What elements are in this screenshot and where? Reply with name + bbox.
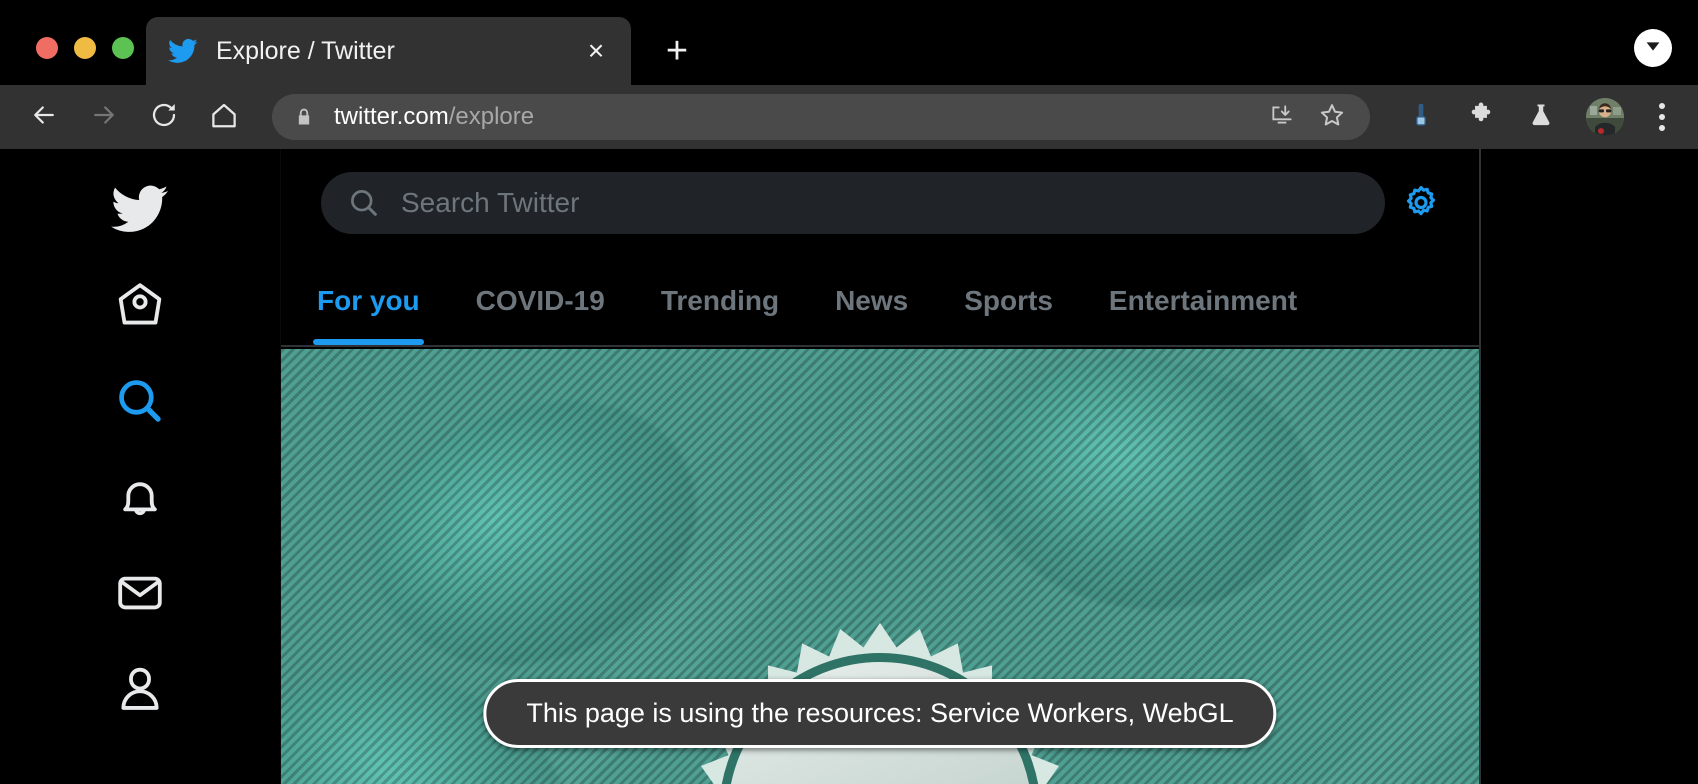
forward-arrow-icon: [89, 100, 119, 135]
home-birdhouse-icon: [113, 278, 167, 337]
star-icon: [1318, 101, 1346, 134]
tab-entertainment[interactable]: Entertainment: [1081, 257, 1325, 345]
tab-title: Explore / Twitter: [216, 36, 395, 65]
close-window-button[interactable]: [36, 37, 58, 59]
url-text: twitter.com/explore: [334, 103, 1254, 131]
browser-toolbar: twitter.com/explore: [0, 85, 1698, 149]
tab-label: COVID-19: [475, 285, 605, 316]
experiments-button[interactable]: [1518, 94, 1564, 140]
back-button[interactable]: [20, 93, 68, 141]
twitter-sidebar: [0, 149, 281, 784]
explore-tabs: For you COVID-19 Trending News Sports En…: [281, 257, 1479, 347]
search-input-wrapper[interactable]: Search Twitter: [321, 172, 1385, 234]
three-dot-menu-icon: [1659, 103, 1665, 109]
url-path: /explore: [448, 103, 535, 130]
gear-icon: [1401, 181, 1441, 226]
sidebar-item-home[interactable]: [92, 259, 188, 355]
address-bar[interactable]: twitter.com/explore: [272, 94, 1370, 140]
explore-content: Search Twitter For you COVID-19 Trending…: [281, 149, 1481, 784]
explore-settings-button[interactable]: [1385, 181, 1457, 226]
menu-dot: [1659, 114, 1665, 120]
sidebar-item-profile[interactable]: [92, 643, 188, 739]
zoom-window-button[interactable]: [112, 37, 134, 59]
eyedropper-button[interactable]: [1398, 94, 1444, 140]
sidebar-item-messages[interactable]: [92, 547, 188, 643]
envelope-icon: [113, 566, 167, 625]
browser-menu-button[interactable]: [1644, 103, 1680, 131]
browser-tab-active[interactable]: Explore / Twitter ×: [146, 17, 631, 85]
tab-label: News: [835, 285, 909, 316]
puzzle-piece-icon: [1467, 101, 1495, 134]
tab-label: Entertainment: [1108, 285, 1298, 316]
avatar-photo: [1586, 98, 1624, 136]
profile-avatar[interactable]: [1586, 98, 1624, 136]
bell-icon: [113, 470, 167, 529]
forward-button[interactable]: [80, 93, 128, 141]
resource-usage-toast: This page is using the resources: Servic…: [483, 679, 1277, 748]
lock-icon: [294, 106, 314, 128]
minimize-window-button[interactable]: [74, 37, 96, 59]
search-icon: [113, 374, 167, 433]
eyedropper-icon: [1407, 101, 1435, 134]
search-row: Search Twitter: [281, 149, 1479, 257]
new-tab-button[interactable]: +: [653, 27, 701, 75]
tab-covid-19[interactable]: COVID-19: [448, 257, 633, 345]
web-page: Search Twitter For you COVID-19 Trending…: [0, 149, 1698, 784]
tab-sports[interactable]: Sports: [936, 257, 1081, 345]
home-icon: [209, 100, 239, 135]
flask-icon: [1527, 101, 1555, 134]
url-host: twitter.com: [334, 103, 449, 130]
hero-image[interactable]: This page is using the resources: Servic…: [281, 349, 1479, 784]
sidebar-item-notifications[interactable]: [92, 451, 188, 547]
sidebar-item-twitter-logo[interactable]: [92, 163, 188, 259]
tab-label: Trending: [660, 285, 780, 316]
close-tab-button[interactable]: ×: [579, 34, 613, 68]
install-app-icon: [1269, 102, 1295, 133]
twitter-bird-icon: [168, 36, 198, 66]
chevron-down-icon: [1642, 35, 1664, 62]
search-icon: [347, 186, 381, 220]
reload-button[interactable]: [140, 93, 188, 141]
install-app-button[interactable]: [1260, 95, 1304, 139]
back-arrow-icon: [29, 100, 59, 135]
tab-trending[interactable]: Trending: [633, 257, 807, 345]
tab-for-you[interactable]: For you: [289, 257, 448, 345]
tab-label: For you: [317, 285, 420, 316]
tab-list-button[interactable]: [1634, 29, 1672, 67]
search-input[interactable]: Search Twitter: [401, 187, 579, 219]
menu-dot: [1659, 125, 1665, 131]
extensions-button[interactable]: [1458, 94, 1504, 140]
tab-strip: Explore / Twitter × +: [0, 0, 1698, 85]
home-button[interactable]: [200, 93, 248, 141]
bookmark-button[interactable]: [1310, 95, 1354, 139]
twitter-bird-icon: [111, 180, 169, 243]
tab-label: Sports: [964, 285, 1053, 316]
sidebar-item-explore[interactable]: [92, 355, 188, 451]
browser-window: Explore / Twitter × + twitter.com/explor…: [0, 0, 1698, 784]
reload-icon: [149, 100, 179, 135]
person-icon: [113, 662, 167, 721]
tab-news[interactable]: News: [807, 257, 936, 345]
window-traffic-lights: [0, 37, 134, 85]
